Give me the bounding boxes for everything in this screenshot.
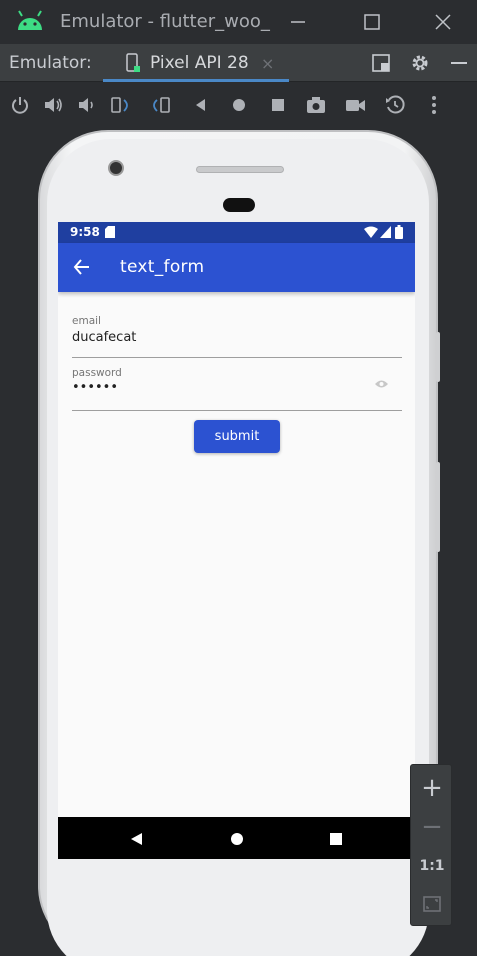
tab-close-icon[interactable]: × [261,54,274,73]
overview-icon [272,99,284,111]
tab-active-indicator [103,79,289,82]
minimize-icon [291,21,305,23]
volume-down-button[interactable] [76,94,98,116]
password-value[interactable]: •••••• [72,380,118,395]
app-bar-title: text_form [120,257,205,277]
video-camera-icon [346,100,365,111]
rotate-right-icon [153,97,170,113]
status-time: 9:58 [70,225,100,239]
android-nav-bar [58,817,415,859]
rotate-right-button[interactable] [149,94,171,116]
tab-label: Pixel API 28 [150,53,249,73]
front-camera-icon [108,160,124,176]
device-power-key [436,332,440,382]
home-icon [233,99,245,111]
tab-pixel-api-28[interactable]: Pixel API 28 × [103,44,289,82]
minimize-button[interactable] [283,8,313,36]
power-icon [12,97,28,114]
device-volume-key [436,462,440,552]
screenshot-button[interactable] [305,94,327,116]
nav-back-button[interactable] [129,831,143,845]
volume-up-button[interactable] [42,94,64,116]
battery-icon [395,225,403,239]
overview-button[interactable] [267,94,289,116]
maximize-icon [364,14,380,30]
hide-panel-button[interactable] [448,52,470,74]
nav-back-icon [131,833,142,845]
proximity-sensor [223,198,255,212]
home-button[interactable] [228,94,250,116]
emulator-tab-bar: Emulator: Pixel API 28 × [0,44,477,82]
nav-home-button[interactable] [230,831,244,845]
window-mode-icon [372,54,390,72]
zoom-in-button[interactable]: + [411,769,453,807]
snapshot-restore-icon [386,95,405,114]
power-button[interactable] [9,94,31,116]
close-button[interactable] [428,8,458,36]
zoom-out-button[interactable]: − [411,808,453,846]
volume-down-icon [79,98,93,112]
maximize-button[interactable] [357,8,387,36]
window-title: Emulator - flutter_woo_ [60,11,270,32]
visibility-eye-icon[interactable] [375,379,388,389]
email-label: email [72,315,101,327]
emulator-label: Emulator: [9,53,92,73]
submit-button[interactable]: submit [194,420,280,453]
more-vertical-icon [432,96,436,114]
android-status-bar: 9:58 [58,222,415,243]
snapshot-button[interactable] [384,94,406,116]
settings-button[interactable] [409,52,431,74]
window-title-bar: Emulator - flutter_woo_ [0,0,477,44]
back-button[interactable] [190,94,212,116]
screen-record-button[interactable] [344,94,366,116]
arrow-back-icon[interactable] [72,257,92,277]
rotate-left-icon [111,97,128,113]
sd-card-icon [105,226,115,238]
email-value[interactable]: ducafecat [72,330,136,345]
rotate-left-button[interactable] [110,94,132,116]
email-field[interactable]: email ducafecat [72,315,402,358]
emulator-toolbar [0,83,477,127]
zoom-actual-size-button[interactable]: 1:1 [411,847,453,885]
back-icon [196,99,205,111]
device-icon [126,53,140,72]
camera-icon [307,97,325,113]
phone-screen: 9:58 text_form email ducafecat password … [58,222,415,859]
earpiece-speaker [196,166,284,173]
fit-screen-icon [423,896,441,912]
wifi-icon [364,226,378,238]
volume-up-icon [45,98,62,112]
zoom-panel: + − 1:1 [410,764,452,926]
zoom-fit-button[interactable] [411,885,453,923]
close-icon [435,14,451,30]
nav-overview-button[interactable] [329,831,343,845]
nav-home-icon [231,833,243,845]
password-field[interactable]: password •••••• [72,367,402,411]
android-logo-icon [18,10,42,30]
app-bar: text_form [58,243,415,292]
window-mode-button[interactable] [370,52,392,74]
nav-overview-icon [330,833,342,845]
password-label: password [72,367,122,379]
gear-icon [412,55,428,71]
cell-signal-icon [380,226,391,238]
more-options-button[interactable] [423,94,445,116]
minimize-panel-icon [451,62,467,64]
